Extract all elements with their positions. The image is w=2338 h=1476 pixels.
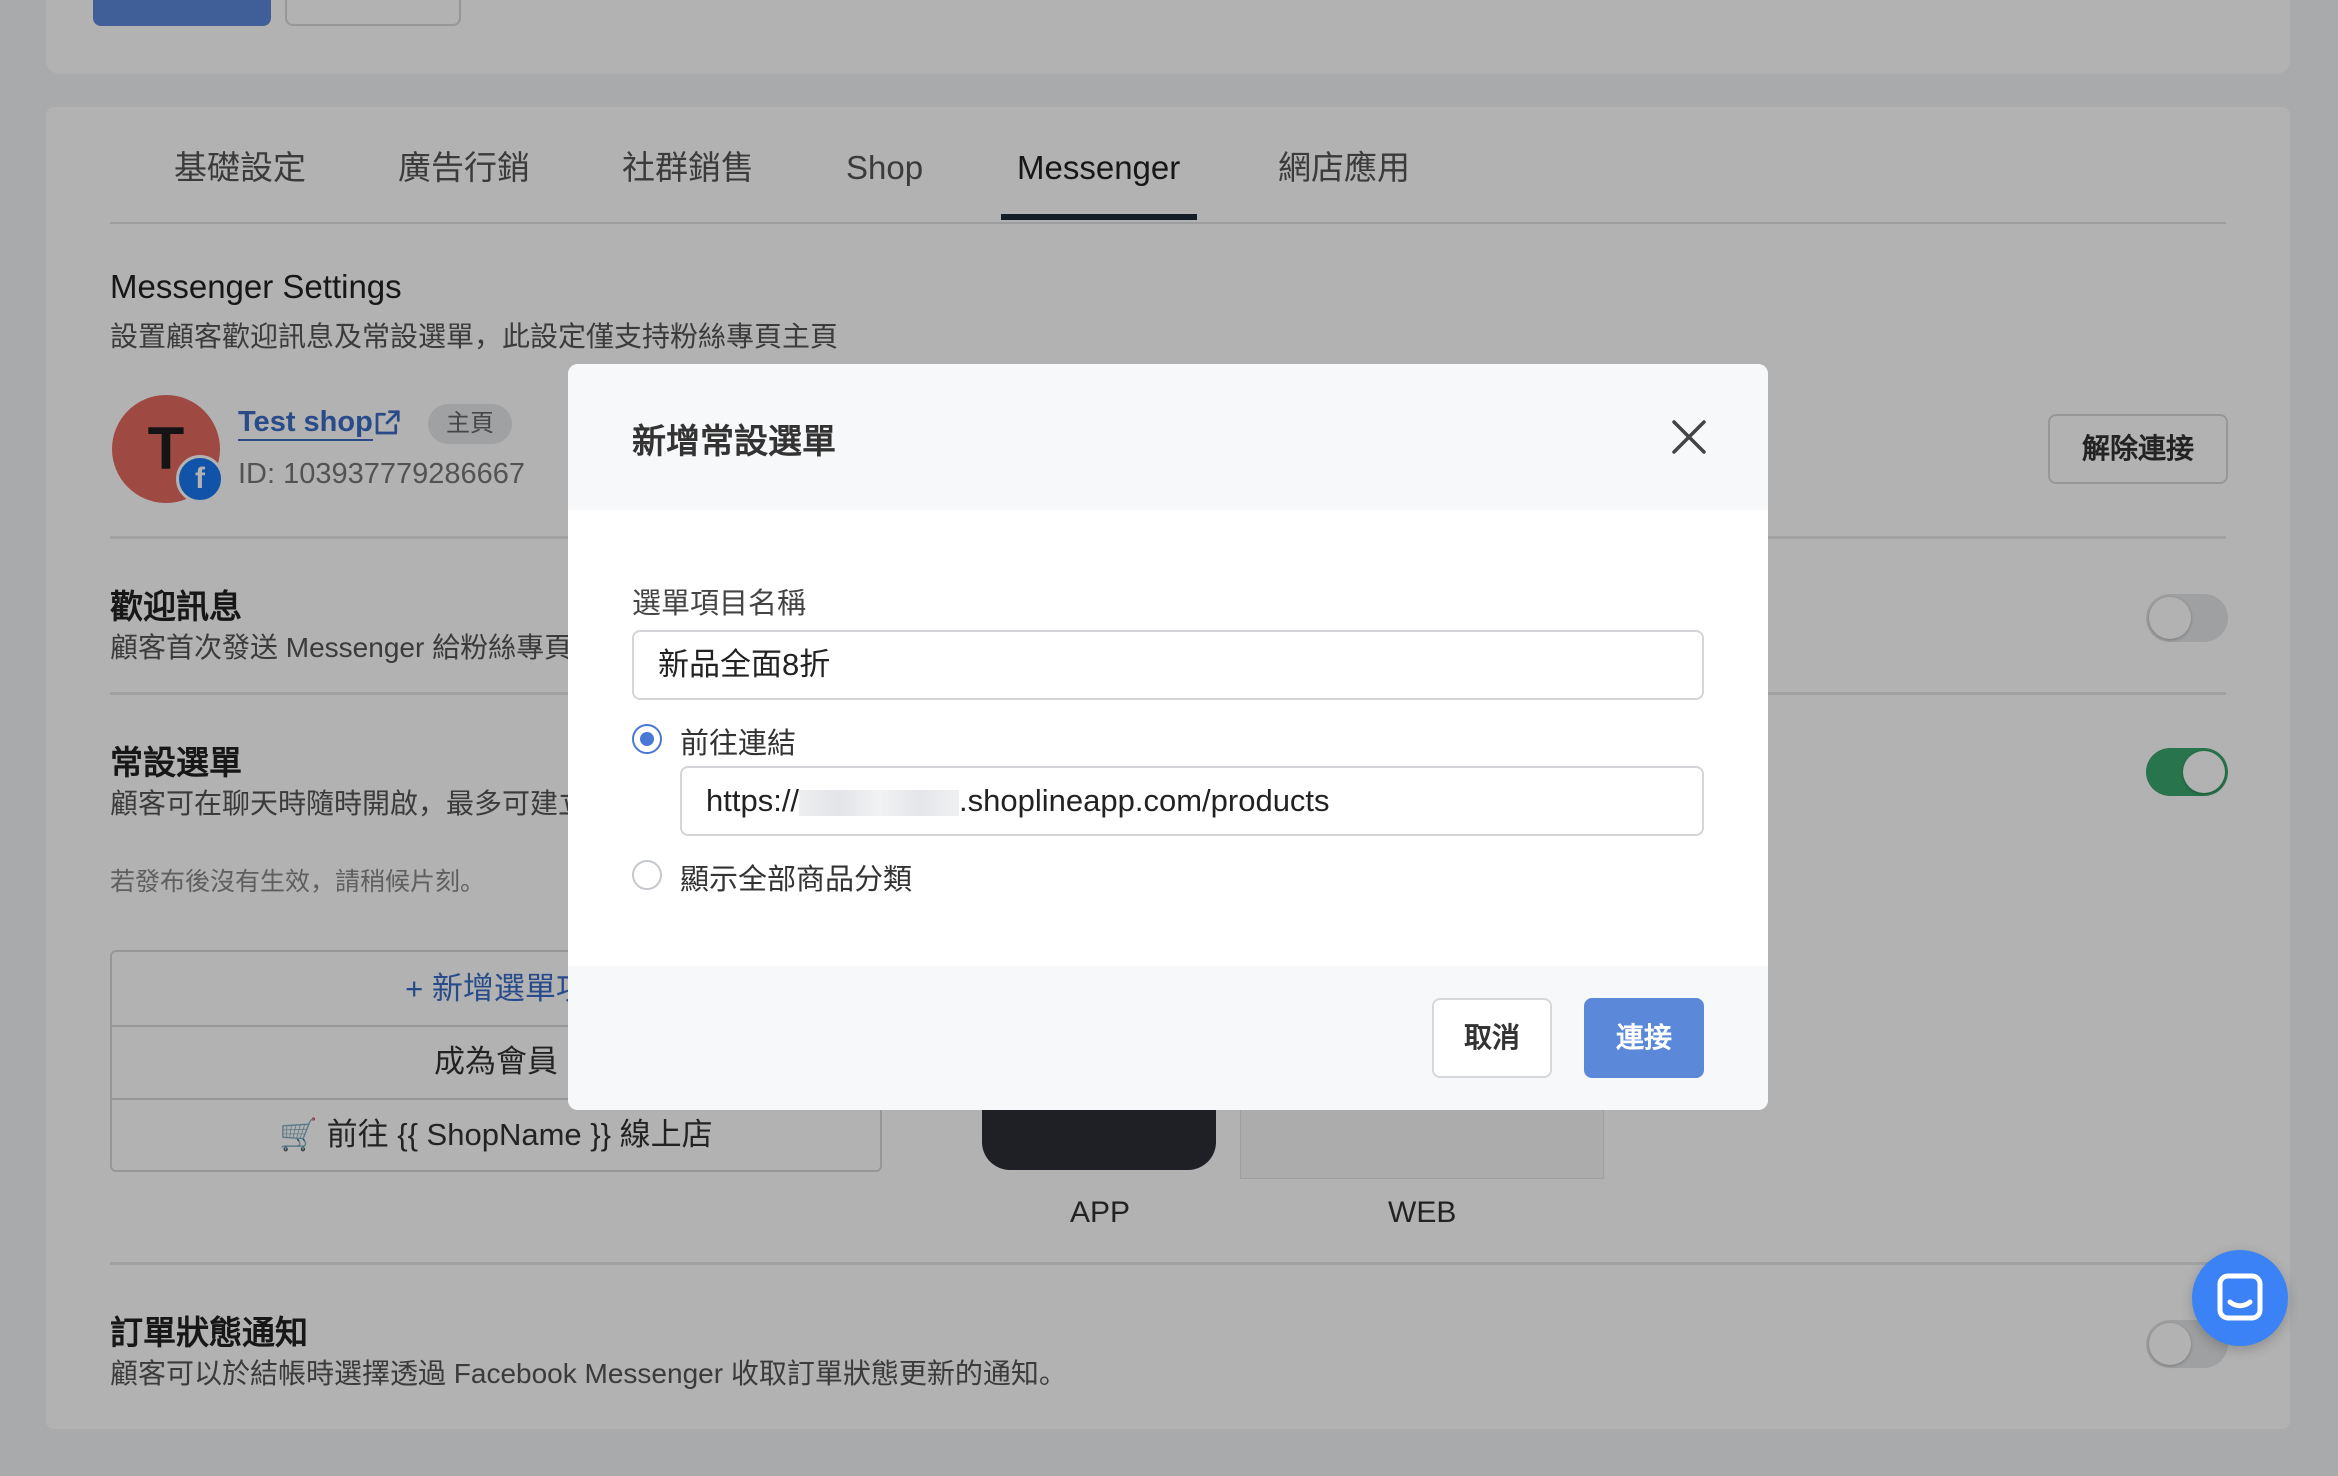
dialog-header: 新增常設選單 bbox=[568, 364, 1768, 510]
link-option-label[interactable]: 前往連結 bbox=[680, 720, 796, 762]
add-persistent-menu-dialog: 新增常設選單 選單項目名稱 新品全面8折 前往連結 https:// .shopl… bbox=[568, 364, 1768, 1110]
chat-icon bbox=[2217, 1273, 2263, 1321]
chat-widget-button[interactable] bbox=[2192, 1250, 2288, 1346]
menu-item-name-input[interactable]: 新品全面8折 bbox=[632, 630, 1704, 700]
link-option-radio[interactable] bbox=[632, 724, 662, 754]
url-suffix: .shoplineapp.com/products bbox=[959, 783, 1330, 818]
menu-item-name-label: 選單項目名稱 bbox=[632, 588, 807, 620]
connect-button[interactable]: 連接 bbox=[1584, 998, 1704, 1078]
link-url-input[interactable]: https:// .shoplineapp.com/products bbox=[680, 766, 1704, 836]
url-prefix: https:// bbox=[706, 783, 800, 818]
categories-option-label[interactable]: 顯示全部商品分類 bbox=[680, 856, 912, 898]
dialog-title: 新增常設選單 bbox=[632, 423, 836, 461]
close-icon[interactable] bbox=[1666, 414, 1712, 460]
categories-option-radio[interactable] bbox=[632, 860, 662, 890]
redacted-subdomain bbox=[799, 789, 960, 816]
cancel-button[interactable]: 取消 bbox=[1432, 998, 1552, 1078]
